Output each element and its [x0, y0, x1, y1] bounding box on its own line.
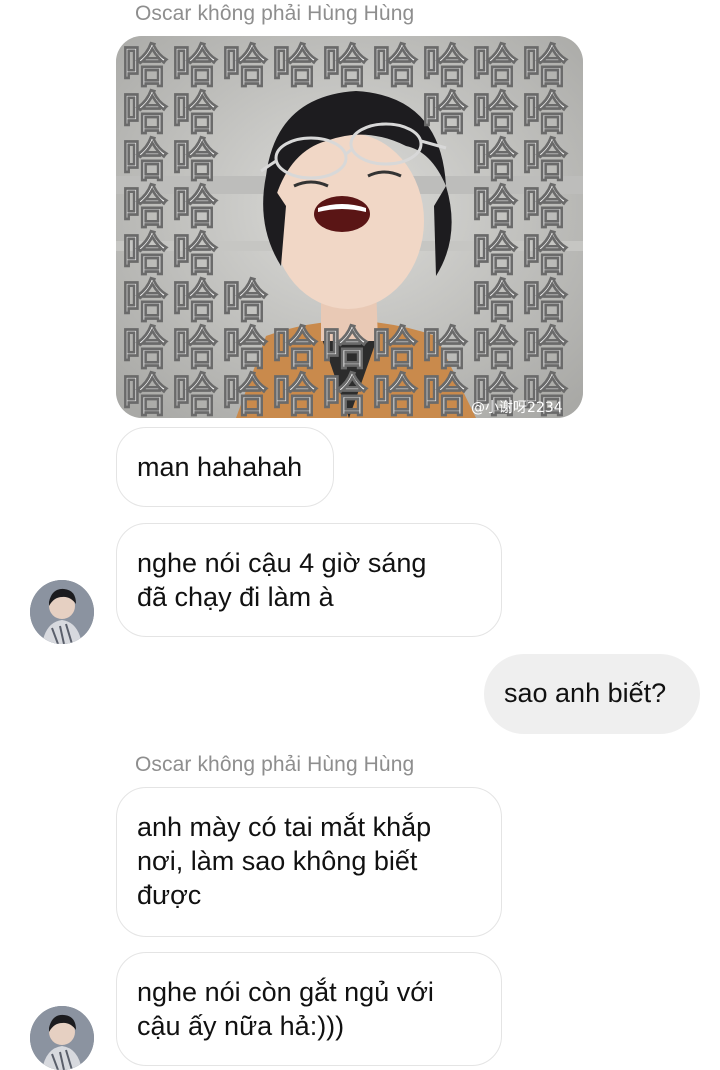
sender-name-bottom: Oscar không phải Hùng Hùng [135, 753, 415, 776]
message-line: cậu ấy nữa hả:))) [137, 1011, 345, 1041]
meme-glyph: 哈 [172, 274, 218, 328]
meme-glyph: 哈 [172, 227, 218, 281]
meme-glyph: 哈 [372, 368, 418, 418]
message-line: đã chạy đi làm à [137, 582, 334, 612]
laughing-meme-image: 哈哈哈哈哈哈哈哈哈哈哈哈哈哈哈哈哈哈哈哈哈哈哈哈哈哈哈哈哈哈哈哈哈哈哈哈哈哈哈哈… [116, 36, 583, 418]
message-line: được [137, 880, 202, 910]
meme-glyph: 哈 [422, 39, 468, 93]
meme-glyph: 哈 [122, 133, 168, 187]
meme-glyph: 哈 [122, 86, 168, 140]
meme-glyph: 哈 [472, 180, 518, 234]
meme-glyph: 哈 [272, 368, 318, 418]
meme-glyph: 哈 [472, 274, 518, 328]
profile-photo-icon [30, 580, 94, 644]
meme-glyph: 哈 [222, 368, 268, 418]
meme-glyph: 哈 [522, 180, 568, 234]
meme-glyph: 哈 [172, 39, 218, 93]
message-bubble-incoming[interactable]: man hahahah [116, 427, 334, 507]
meme-glyph: 哈 [122, 321, 168, 375]
meme-glyph: 哈 [122, 368, 168, 418]
meme-glyph: 哈 [272, 321, 318, 375]
meme-glyph: 哈 [522, 39, 568, 93]
meme-glyph: 哈 [522, 274, 568, 328]
meme-glyph: 哈 [122, 227, 168, 281]
meme-glyph: 哈 [422, 86, 468, 140]
avatar[interactable] [30, 580, 94, 644]
meme-glyph: 哈 [122, 39, 168, 93]
message-bubble-incoming[interactable]: nghe nói còn gắt ngủ với cậu ấy nữa hả:)… [116, 952, 502, 1066]
meme-glyph: 哈 [322, 368, 368, 418]
meme-glyph: 哈 [172, 180, 218, 234]
meme-image-message[interactable]: 哈哈哈哈哈哈哈哈哈哈哈哈哈哈哈哈哈哈哈哈哈哈哈哈哈哈哈哈哈哈哈哈哈哈哈哈哈哈哈哈… [116, 36, 583, 418]
meme-glyph: 哈 [172, 321, 218, 375]
message-line: nghe nói còn gắt ngủ với [137, 977, 434, 1007]
meme-glyph: 哈 [172, 86, 218, 140]
meme-glyph: 哈 [322, 39, 368, 93]
meme-glyph: 哈 [122, 180, 168, 234]
meme-glyph: 哈 [472, 321, 518, 375]
message-bubble-outgoing[interactable]: sao anh biết? [484, 654, 700, 734]
message-line: nghe nói cậu 4 giờ sáng [137, 548, 427, 578]
meme-glyph: 哈 [222, 39, 268, 93]
message-text: man hahahah [137, 452, 303, 482]
meme-glyph: 哈 [222, 321, 268, 375]
meme-glyph: 哈 [472, 39, 518, 93]
meme-glyph: 哈 [522, 321, 568, 375]
meme-glyph: 哈 [272, 39, 318, 93]
meme-glyph: 哈 [322, 321, 368, 375]
meme-glyph: 哈 [172, 368, 218, 418]
meme-glyph: 哈 [522, 86, 568, 140]
message-bubble-incoming[interactable]: anh mày có tai mắt khắp nơi, làm sao khô… [116, 787, 502, 937]
meme-glyph: 哈 [522, 133, 568, 187]
message-line: nơi, làm sao không biết [137, 846, 418, 876]
avatar[interactable] [30, 1006, 94, 1070]
meme-glyph: 哈 [422, 368, 468, 418]
meme-glyph: 哈 [222, 274, 268, 328]
meme-glyph: 哈 [372, 39, 418, 93]
meme-glyph: 哈 [472, 227, 518, 281]
meme-glyph: 哈 [472, 133, 518, 187]
meme-glyph: 哈 [422, 321, 468, 375]
sender-name-top: Oscar không phải Hùng Hùng [135, 2, 415, 25]
watermark-text: @小谢呀2234 [471, 400, 563, 416]
profile-photo-icon [30, 1006, 94, 1070]
meme-glyph: 哈 [522, 227, 568, 281]
message-text: sao anh biết? [504, 678, 667, 708]
meme-glyph: 哈 [472, 86, 518, 140]
message-bubble-incoming[interactable]: nghe nói cậu 4 giờ sáng đã chạy đi làm à [116, 523, 502, 637]
message-line: anh mày có tai mắt khắp [137, 812, 432, 842]
meme-glyph: 哈 [122, 274, 168, 328]
meme-glyph: 哈 [172, 133, 218, 187]
meme-glyph: 哈 [372, 321, 418, 375]
